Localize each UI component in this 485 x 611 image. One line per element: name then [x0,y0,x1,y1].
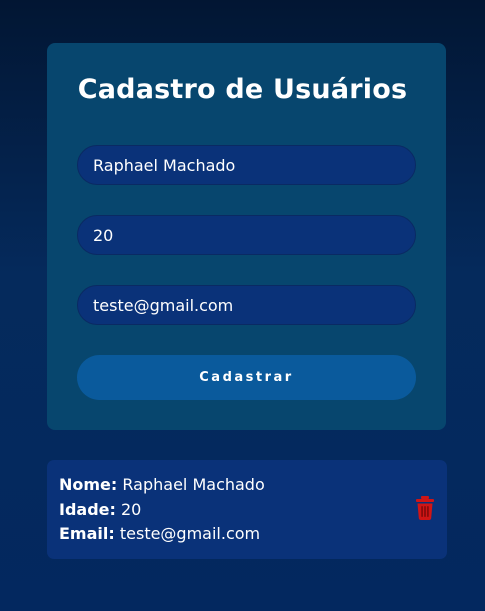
submit-button[interactable]: Cadastrar [77,355,416,400]
email-input[interactable] [77,285,416,325]
user-age-value: 20 [121,500,142,519]
user-card: Nome: Raphael Machado Idade: 20 Email: t… [47,460,447,559]
page-title: Cadastro de Usuários [77,74,408,105]
user-email-line: Email: teste@gmail.com [59,524,260,544]
user-name-value: Raphael Machado [122,475,265,494]
user-email-value: teste@gmail.com [119,524,261,543]
name-input[interactable] [77,145,416,185]
user-age-line: Idade: 20 [59,500,141,520]
age-input[interactable] [77,215,416,255]
trash-icon[interactable] [414,496,436,520]
user-name-label: Nome: [59,475,118,494]
user-age-label: Idade: [59,500,116,519]
user-name-line: Nome: Raphael Machado [59,475,265,495]
user-email-label: Email: [59,524,115,543]
